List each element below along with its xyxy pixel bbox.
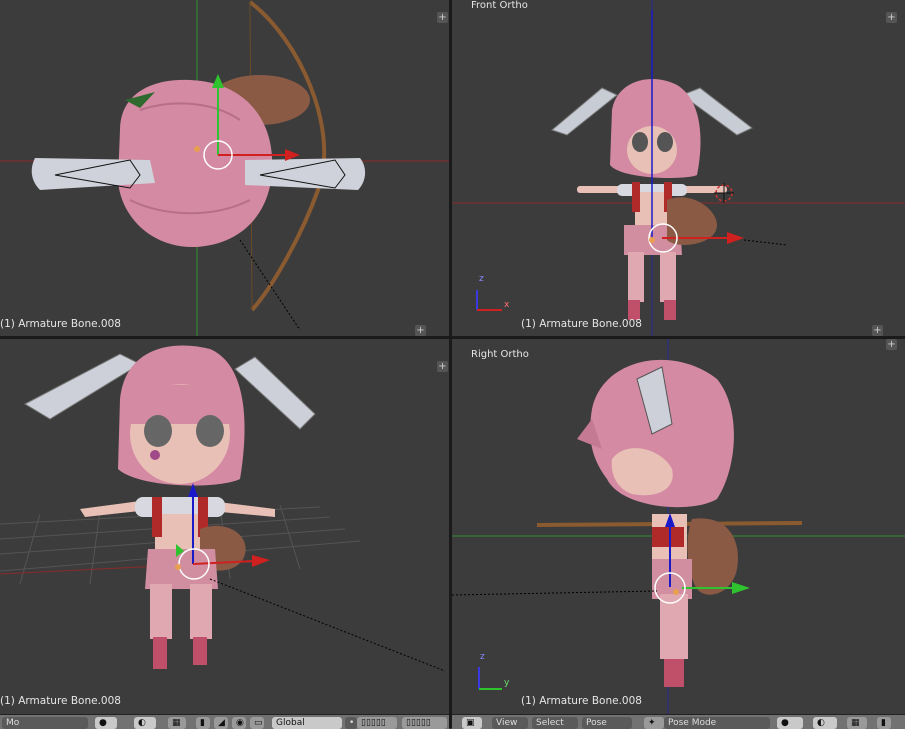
axis-y-label: y <box>504 678 510 688</box>
layers-grid-2[interactable]: ▯▯▯▯▯ <box>402 717 447 729</box>
viewport-header-left: Mo ● ◐ ▦ ▮ ◢ ◉ ▭ Global • ▯▯▯▯▯ ▯▯▯▯▯ <box>0 714 449 729</box>
viewport-shading-button[interactable]: ● <box>777 717 803 729</box>
viewport-header-right: ▣ View Select Pose ✦ Pose Mode ● ◐ ▦ ▮ <box>452 714 905 729</box>
viewport-bottom-right-scene <box>452 339 905 714</box>
viewport-bottom-left[interactable]: (1) Armature Bone.008 + <box>0 339 449 714</box>
pose-mode-icon[interactable]: ✦ <box>644 717 664 729</box>
pivot-point-button[interactable]: ◐ <box>134 717 156 729</box>
viewport-status-text: (1) Armature Bone.008 <box>0 695 121 707</box>
viewport-status-text: (1) Armature Bone.008 <box>521 695 642 707</box>
viewport-view-label: Front Ortho <box>471 0 528 11</box>
viewport-top-left-scene <box>0 0 449 336</box>
viewport-divider-vertical[interactable] <box>449 0 452 728</box>
viewport-divider-horizontal[interactable] <box>0 336 905 339</box>
view-menu[interactable]: View <box>492 717 528 729</box>
mode-selector[interactable]: Mo <box>2 717 88 729</box>
axis-z-label: z <box>479 274 484 284</box>
manipulator-toggle-icon[interactable]: ▮ <box>877 717 891 729</box>
pivot-point-button[interactable]: ◐ <box>813 717 837 729</box>
viewport-top-right-scene <box>452 0 905 336</box>
select-menu[interactable]: Select <box>532 717 578 729</box>
scale-manipulator-icon[interactable]: ▭ <box>250 717 264 729</box>
transform-orientation-select[interactable]: Global <box>272 717 342 729</box>
viewport-bottom-right[interactable]: Right Ortho z y (1) Armature Bone.008 + <box>452 339 905 714</box>
grid-icon[interactable]: ▦ <box>847 717 867 729</box>
axis-x-label: x <box>504 300 510 310</box>
viewport-split-corner-icon[interactable]: + <box>415 325 426 336</box>
viewport-top-left[interactable]: (1) Armature Bone.008 + + <box>0 0 449 336</box>
viewport-split-corner-icon[interactable]: + <box>886 339 897 350</box>
viewport-split-corner-icon[interactable]: + <box>437 12 448 23</box>
viewport-split-corner-icon[interactable]: + <box>437 361 448 372</box>
pose-menu[interactable]: Pose <box>582 717 632 729</box>
blender-window: (1) Armature Bone.008 + + Front Ortho z … <box>0 0 905 729</box>
viewport-status-text: (1) Armature Bone.008 <box>0 318 121 330</box>
viewport-shading-button[interactable]: ● <box>95 717 117 729</box>
grid-icon[interactable]: ▦ <box>168 717 186 729</box>
interaction-mode-select[interactable]: Pose Mode <box>664 717 770 729</box>
viewport-split-corner-icon[interactable]: + <box>872 325 883 336</box>
layer-indicator-icon[interactable]: • <box>345 717 357 729</box>
axis-z-label: z <box>480 652 485 662</box>
editor-type-icon[interactable]: ▣ <box>462 717 482 729</box>
viewport-view-label: Right Ortho <box>471 349 529 360</box>
translate-manipulator-icon[interactable]: ◢ <box>214 717 228 729</box>
viewport-bottom-left-scene <box>0 345 446 672</box>
rotate-manipulator-icon[interactable]: ◉ <box>232 717 246 729</box>
layers-grid-1[interactable]: ▯▯▯▯▯ <box>357 717 397 729</box>
viewport-top-right[interactable]: Front Ortho z x (1) Armature Bone.008 + … <box>452 0 905 336</box>
viewport-status-text: (1) Armature Bone.008 <box>521 318 642 330</box>
manipulator-toggle-icon[interactable]: ▮ <box>196 717 210 729</box>
viewport-split-corner-icon[interactable]: + <box>886 12 897 23</box>
